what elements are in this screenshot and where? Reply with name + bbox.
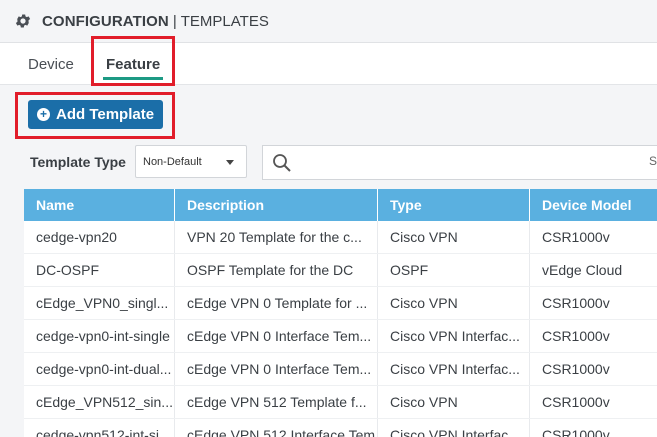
column-header-type[interactable]: Type [378, 189, 530, 221]
cell-description: cEdge VPN 0 Interface Tem... [175, 320, 378, 352]
template-type-select[interactable]: Non-Default [135, 145, 247, 178]
cell-name: DC-OSPF [24, 254, 175, 286]
table-row[interactable]: DC-OSPF OSPF Template for the DC OSPF vEdge… [24, 254, 657, 287]
column-header-description[interactable]: Description [175, 189, 378, 221]
table-row[interactable]: cedge-vpn0-int-single cEdge VPN 0 Interfa… [24, 320, 657, 353]
search-input[interactable]: S [262, 145, 657, 180]
table-row[interactable]: cEdge_VPN512_sin... cEdge VPN 512 Templat… [24, 386, 657, 419]
search-trailing-text: S [648, 154, 657, 168]
cell-name: cedge-vpn20 [24, 221, 175, 253]
gear-icon [14, 11, 34, 31]
template-type-value: Non-Default [143, 155, 202, 168]
table-row[interactable]: cedge-vpn512-int-si... cEdge VPN 512 Inte… [24, 419, 657, 437]
cell-type: Cisco VPN Interfac... [378, 353, 530, 385]
cell-type: Cisco VPN Interfac... [378, 320, 530, 352]
cell-type: Cisco VPN [378, 221, 530, 253]
cell-description: OSPF Template for the DC [175, 254, 378, 286]
cell-name: cedge-vpn0-int-dual... [24, 353, 175, 385]
cell-name: cedge-vpn512-int-si... [24, 419, 175, 437]
cell-device-model: CSR1000v [542, 229, 610, 245]
cell-description: cEdge VPN 0 Interface Tem... [175, 353, 378, 385]
cell-type: OSPF [378, 254, 530, 286]
cell-device-model: CSR1000v [542, 427, 610, 437]
cell-description: VPN 20 Template for the c... [175, 221, 378, 253]
page-title: CONFIGURATION [42, 12, 169, 30]
highlight-box-add-template [15, 92, 175, 139]
cell-device-model: vEdge Cloud [542, 262, 623, 278]
cell-name: cEdge_VPN0_singl... [24, 287, 175, 319]
cell-device-model: CSR1000v [542, 295, 610, 311]
template-type-label: Template Type [30, 154, 126, 170]
chevron-down-icon [226, 160, 234, 165]
tab-device-label: Device [28, 55, 74, 73]
table-row[interactable]: cedge-vpn20 VPN 20 Template for the c... C… [24, 221, 657, 254]
table-row[interactable]: cEdge_VPN0_singl... cEdge VPN 0 Template … [24, 287, 657, 320]
column-header-name[interactable]: Name [24, 189, 175, 221]
table-row[interactable]: cedge-vpn0-int-dual... cEdge VPN 0 Interf… [24, 353, 657, 386]
table-body: cedge-vpn20 VPN 20 Template for the c... C… [24, 221, 657, 437]
column-header-device-model[interactable]: Device Model [530, 189, 657, 221]
cell-description: cEdge VPN 512 Template f... [175, 386, 378, 418]
cell-device-model: CSR1000v [542, 394, 610, 410]
cell-type: Cisco VPN [378, 386, 530, 418]
title-separator: | [172, 12, 177, 30]
table-header: Name Description Type Device Model [24, 189, 657, 221]
tab-device[interactable]: Device [28, 43, 74, 85]
search-icon [272, 153, 292, 173]
cell-device-model: CSR1000v [542, 328, 610, 344]
page-subtitle: TEMPLATES [180, 12, 269, 30]
cell-device-model: CSR1000v [542, 361, 610, 377]
highlight-box-feature-tab [91, 36, 175, 86]
cell-name: cEdge_VPN512_sin... [24, 386, 175, 418]
cell-type: Cisco VPN Interfac... [378, 419, 530, 437]
cell-type: Cisco VPN [378, 287, 530, 319]
templates-table: Name Description Type Device Model cedge… [24, 189, 657, 437]
cell-description: cEdge VPN 512 Interface Tem... [175, 419, 378, 437]
cell-name: cedge-vpn0-int-single [24, 320, 175, 352]
cell-description: cEdge VPN 0 Template for ... [175, 287, 378, 319]
